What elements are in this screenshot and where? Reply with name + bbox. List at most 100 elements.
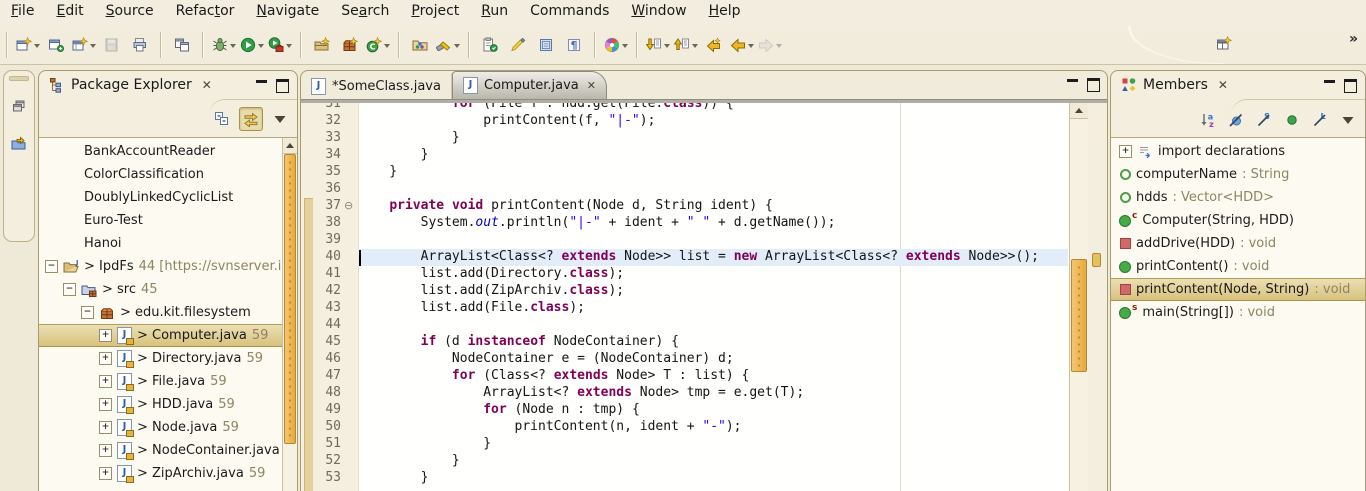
menu-source[interactable]: Source bbox=[95, 0, 165, 26]
close-icon[interactable]: ✕ bbox=[587, 79, 596, 92]
expand-icon[interactable]: + bbox=[99, 375, 112, 388]
show-selected-element-button[interactable] bbox=[532, 32, 560, 58]
tree-item-nodecontainer-java[interactable]: +J> NodeContainer.java bbox=[39, 439, 283, 462]
member-item-computername[interactable]: computerName : String bbox=[1111, 163, 1365, 186]
tree-item-edu-kit-filesystem[interactable]: −> edu.kit.filesystem bbox=[39, 301, 283, 324]
tree-item-hanoi[interactable]: Hanoi bbox=[39, 232, 283, 255]
next-annotation-button[interactable] bbox=[644, 32, 672, 58]
editor-tab-computer-java[interactable]: JComputer.java✕ bbox=[452, 71, 607, 99]
members-tab[interactable]: Members ✕ bbox=[1117, 75, 1232, 95]
maximize-button[interactable] bbox=[276, 79, 289, 93]
new-class-button[interactable]: C bbox=[364, 32, 392, 58]
hide-static-button[interactable]: S bbox=[1253, 109, 1275, 131]
member-item-printcontent[interactable]: printContent() : void bbox=[1111, 255, 1365, 278]
maximize-button[interactable] bbox=[1087, 78, 1100, 92]
tree-item-directory-java[interactable]: +J> Directory.java59 bbox=[39, 347, 283, 370]
minimize-button[interactable] bbox=[1324, 80, 1335, 92]
previous-annotation-button[interactable] bbox=[672, 32, 700, 58]
expand-icon[interactable]: + bbox=[99, 329, 112, 342]
menu-edit[interactable]: Edit bbox=[45, 0, 94, 26]
last-edit-location-button[interactable] bbox=[700, 32, 728, 58]
package-explorer-tab[interactable]: Package Explorer ✕ bbox=[45, 75, 216, 95]
maximize-button[interactable] bbox=[1344, 79, 1357, 93]
restore-view-button[interactable] bbox=[5, 93, 33, 119]
color-palette-button[interactable] bbox=[602, 32, 630, 58]
overview-ruler[interactable] bbox=[1088, 103, 1107, 491]
menu-commands[interactable]: Commands bbox=[519, 0, 620, 26]
expand-icon[interactable]: + bbox=[1119, 145, 1132, 158]
member-item-main-string[interactable]: smain(String[]) : void bbox=[1111, 301, 1365, 324]
close-icon[interactable]: ✕ bbox=[202, 78, 212, 92]
link-with-editor-button[interactable] bbox=[239, 107, 263, 131]
dropdown-arrow-icon[interactable] bbox=[692, 44, 698, 51]
tree-item-file-java[interactable]: +J> File.java59 bbox=[39, 370, 283, 393]
run-button[interactable] bbox=[238, 32, 266, 58]
expand-icon[interactable]: + bbox=[99, 421, 112, 434]
member-item-adddrive-hdd[interactable]: addDrive(HDD) : void bbox=[1111, 232, 1365, 255]
view-menu-button[interactable] bbox=[269, 108, 291, 130]
dropdown-arrow-icon[interactable] bbox=[664, 44, 670, 51]
hide-fields-button[interactable] bbox=[1225, 109, 1247, 131]
tree-item-computer-java[interactable]: +J> Computer.java59 bbox=[39, 324, 283, 347]
sort-button[interactable]: az bbox=[1197, 109, 1219, 131]
new-package-button[interactable] bbox=[336, 32, 364, 58]
view-menu-button[interactable] bbox=[1337, 109, 1359, 131]
menu-window[interactable]: Window bbox=[620, 0, 697, 26]
minimize-button[interactable] bbox=[256, 80, 267, 92]
menu-refactor[interactable]: Refactor bbox=[165, 0, 246, 26]
new-wizard-button[interactable] bbox=[14, 32, 42, 58]
open-resource-button[interactable] bbox=[406, 32, 434, 58]
duplicate-view-button[interactable] bbox=[168, 32, 196, 58]
menu-project[interactable]: Project bbox=[400, 0, 470, 26]
collapse-icon[interactable]: − bbox=[81, 306, 94, 319]
member-item-hdds[interactable]: hdds : Vector<HDD> bbox=[1111, 186, 1365, 209]
scrollbar-thumb[interactable] bbox=[1071, 259, 1087, 372]
members-list[interactable]: +import declarationscomputerName : Strin… bbox=[1111, 137, 1365, 491]
dropdown-arrow-icon[interactable] bbox=[90, 44, 96, 51]
dropdown-arrow-icon[interactable] bbox=[622, 44, 628, 51]
tree-item-hdd-java[interactable]: +J> HDD.java59 bbox=[39, 393, 283, 416]
tree-item-ipdfs[interactable]: −J> IpdFs44 [https://svnserver.i bbox=[39, 255, 283, 278]
mark-occurrences-button[interactable] bbox=[504, 32, 532, 58]
show-whitespace-button[interactable]: ¶ bbox=[560, 32, 588, 58]
expand-icon[interactable]: + bbox=[99, 398, 112, 411]
new-window-button[interactable] bbox=[42, 32, 70, 58]
package-explorer-tree[interactable]: BankAccountReaderColorClassificationDoub… bbox=[39, 137, 297, 491]
rail-drag-handle[interactable] bbox=[9, 76, 29, 81]
annotation-margin[interactable] bbox=[301, 103, 313, 491]
overview-annotation-mark[interactable] bbox=[1092, 253, 1101, 267]
dropdown-arrow-icon[interactable] bbox=[748, 44, 754, 51]
tree-item-bankaccountreader[interactable]: BankAccountReader bbox=[39, 140, 283, 163]
dropdown-arrow-icon[interactable] bbox=[454, 44, 460, 51]
new-view-button[interactable] bbox=[70, 32, 98, 58]
tree-item-doublylinkedcycliclist[interactable]: DoublyLinkedCyclicList bbox=[39, 186, 283, 209]
dropdown-arrow-icon[interactable] bbox=[776, 44, 782, 51]
editor-text-area[interactable]: for (File f : hdd.get(File.class)) { pri… bbox=[358, 103, 1068, 491]
expand-icon[interactable]: + bbox=[99, 444, 112, 457]
search-button[interactable] bbox=[434, 32, 462, 58]
editor-tab-someclass-java[interactable]: J*SomeClass.java bbox=[301, 73, 452, 99]
expand-icon[interactable]: + bbox=[99, 467, 112, 480]
collapse-icon[interactable]: − bbox=[63, 283, 76, 296]
tree-item-euro-test[interactable]: Euro-Test bbox=[39, 209, 283, 232]
scroll-up-arrow[interactable] bbox=[1070, 103, 1088, 119]
menu-search[interactable]: Search bbox=[330, 0, 400, 26]
tree-item-colorclassification[interactable]: ColorClassification bbox=[39, 163, 283, 186]
member-item-import-declarations[interactable]: +import declarations bbox=[1111, 140, 1365, 163]
menu-run[interactable]: Run bbox=[470, 0, 519, 26]
dropdown-arrow-icon[interactable] bbox=[230, 44, 236, 51]
folding-margin[interactable]: ⊖ bbox=[343, 103, 359, 491]
hide-local-types-button[interactable]: L bbox=[1309, 109, 1331, 131]
code-editor[interactable]: 3132333435363738394041424344454647484950… bbox=[301, 103, 1107, 491]
toolbar-overflow-chevron[interactable]: » bbox=[1349, 31, 1358, 47]
tree-item-node-java[interactable]: +J> Node.java59 bbox=[39, 416, 283, 439]
menu-navigate[interactable]: Navigate bbox=[245, 0, 330, 26]
dropdown-arrow-icon[interactable] bbox=[34, 44, 40, 51]
debug-button[interactable] bbox=[210, 32, 238, 58]
editor-scrollbar[interactable] bbox=[1069, 103, 1089, 491]
new-fast-view-button[interactable] bbox=[1210, 31, 1238, 57]
scrollbar-thumb[interactable] bbox=[284, 154, 296, 444]
member-item-printcontent-node-string[interactable]: printContent(Node, String) : void bbox=[1111, 278, 1365, 301]
package-explorer-scrollbar[interactable] bbox=[282, 138, 297, 491]
show-public-button[interactable] bbox=[1281, 109, 1303, 131]
